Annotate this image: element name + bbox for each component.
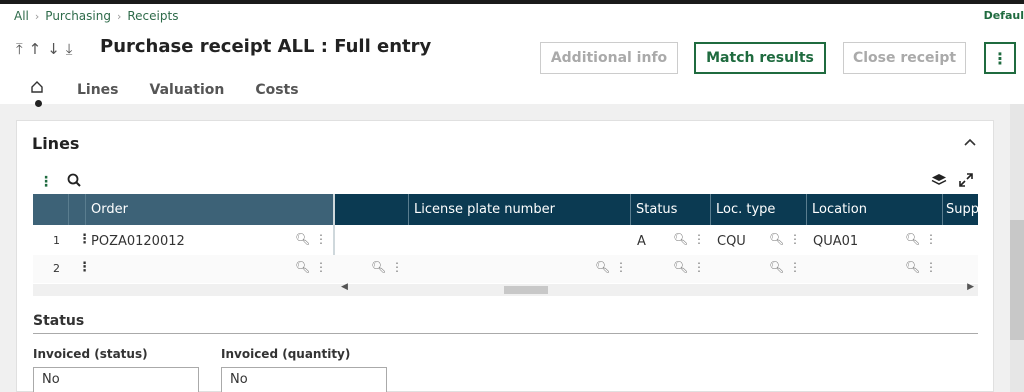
lines-grid: Order License plate number Status Loc. t…: [33, 194, 979, 296]
column-header-order[interactable]: Order: [91, 202, 128, 217]
cell-loc-type[interactable]: CQU: [717, 234, 746, 249]
lookup-icon[interactable]: 🔍︎: [905, 232, 920, 246]
home-icon: [31, 81, 43, 93]
invoiced-status-label: Invoiced (status): [33, 347, 148, 361]
grid-toolbar-left: ⋮: [39, 173, 81, 191]
active-tab-indicator: [35, 100, 42, 107]
section-title: Lines: [32, 134, 80, 153]
lookup-icon[interactable]: 🔍︎: [769, 260, 784, 274]
row-menu-icon[interactable]: ⋮: [78, 260, 91, 275]
cell-status[interactable]: A: [637, 234, 646, 249]
invoiced-quantity-field[interactable]: No: [221, 367, 387, 392]
more-actions-button[interactable]: ⋮: [984, 42, 1016, 74]
grid-toolbar-right: [931, 173, 973, 191]
column-header-status[interactable]: Status: [636, 202, 677, 217]
column-header-license-plate[interactable]: License plate number: [414, 202, 555, 217]
lookup-icon[interactable]: 🔍︎: [905, 260, 920, 274]
invoiced-quantity-label: Invoiced (quantity): [221, 347, 351, 361]
collapse-icon[interactable]: [963, 135, 977, 151]
invoiced-status-field[interactable]: No: [33, 367, 199, 392]
column-header-loc-type[interactable]: Loc. type: [716, 202, 775, 217]
user-profile-label[interactable]: Defaul: [984, 9, 1024, 22]
lookup-icon[interactable]: 🔍︎: [673, 232, 688, 246]
cell-location[interactable]: QUA01: [813, 234, 858, 249]
lookup-icon[interactable]: 🔍︎: [595, 260, 610, 274]
match-results-button[interactable]: Match results: [694, 42, 826, 74]
table-row[interactable]: 1 ⋮ POZA0120012 🔍︎ ⋮ A 🔍︎ ⋮ CQU 🔍︎ ⋮ QUA…: [33, 227, 978, 255]
header-divider: [85, 194, 86, 225]
tab-home[interactable]: [30, 80, 46, 107]
tab-lines[interactable]: Lines: [77, 82, 119, 98]
grid-header-frozen: [33, 194, 333, 225]
tab-valuation[interactable]: Valuation: [150, 82, 225, 98]
additional-info-button[interactable]: Additional info: [540, 42, 678, 74]
page-header: All › Purchasing › Receipts Defaul ⤒ ↑ ↓…: [0, 4, 1024, 107]
lookup-icon[interactable]: 🔍︎: [371, 260, 386, 274]
cell-menu-icon[interactable]: ⋮: [315, 260, 327, 274]
grid-horizontal-scrollbar[interactable]: ◀ ▶: [33, 282, 978, 296]
cell-menu-icon[interactable]: ⋮: [925, 232, 937, 246]
row-number: 2: [53, 262, 60, 275]
breadcrumb: All › Purchasing › Receipts: [14, 9, 178, 23]
column-header-supplier[interactable]: Supp: [946, 202, 979, 217]
next-record-icon[interactable]: ↓: [47, 40, 60, 58]
lines-card: Lines ⋮ Order License plate number Statu…: [16, 120, 994, 392]
scroll-right-icon[interactable]: ▶: [967, 282, 974, 292]
grid-header: Order License plate number Status Loc. t…: [33, 194, 979, 225]
record-navigation: ⤒ ↑ ↓ ⤓: [16, 40, 72, 58]
layers-icon[interactable]: [931, 173, 947, 191]
expand-icon[interactable]: [959, 173, 973, 191]
close-receipt-button[interactable]: Close receipt: [843, 42, 966, 74]
row-menu-icon[interactable]: ⋮: [78, 232, 91, 247]
cell-order[interactable]: POZA0120012: [91, 234, 185, 249]
grid-search-icon[interactable]: [67, 173, 81, 191]
header-divider: [942, 194, 943, 225]
lookup-icon[interactable]: 🔍︎: [295, 260, 310, 274]
first-record-icon[interactable]: ⤒: [16, 40, 23, 58]
table-row[interactable]: 2 ⋮ 🔍︎ ⋮ 🔍︎ ⋮ 🔍︎ ⋮ 🔍︎ ⋮ 🔍︎ ⋮ 🔍︎ ⋮: [33, 255, 978, 283]
header-divider: [68, 194, 69, 225]
cell-menu-icon[interactable]: ⋮: [615, 260, 627, 274]
cell-menu-icon[interactable]: ⋮: [693, 260, 705, 274]
cell-menu-icon[interactable]: ⋮: [789, 232, 801, 246]
breadcrumb-all[interactable]: All: [14, 9, 29, 23]
section-divider: [33, 333, 978, 334]
breadcrumb-separator-icon: ›: [34, 9, 40, 23]
lookup-icon[interactable]: 🔍︎: [769, 232, 784, 246]
page-title: Purchase receipt ALL : Full entry: [100, 36, 432, 57]
cell-menu-icon[interactable]: ⋮: [315, 232, 327, 246]
header-divider: [710, 194, 711, 225]
tab-bar: Lines Valuation Costs: [30, 80, 299, 107]
cell-menu-icon[interactable]: ⋮: [789, 260, 801, 274]
last-record-icon[interactable]: ⤓: [66, 40, 73, 58]
header-divider: [408, 194, 409, 225]
cell-menu-icon[interactable]: ⋮: [693, 232, 705, 246]
breadcrumb-purchasing[interactable]: Purchasing: [45, 9, 111, 23]
header-divider: [806, 194, 807, 225]
cell-menu-icon[interactable]: ⋮: [391, 260, 403, 274]
lookup-icon[interactable]: 🔍︎: [295, 232, 310, 246]
grid-menu-icon[interactable]: ⋮: [39, 174, 53, 190]
status-section-title: Status: [33, 313, 85, 329]
page-scrollbar-thumb[interactable]: [1010, 220, 1024, 340]
cell-menu-icon[interactable]: ⋮: [925, 260, 937, 274]
previous-record-icon[interactable]: ↑: [29, 40, 42, 58]
header-divider: [630, 194, 631, 225]
grid-scrollbar-thumb[interactable]: [504, 286, 548, 294]
lookup-icon[interactable]: 🔍︎: [673, 260, 688, 274]
row-number: 1: [53, 234, 60, 247]
tab-costs[interactable]: Costs: [255, 82, 298, 98]
column-header-location[interactable]: Location: [812, 202, 867, 217]
scroll-left-icon[interactable]: ◀: [341, 282, 348, 292]
breadcrumb-separator-icon: ›: [116, 9, 122, 23]
breadcrumb-receipts[interactable]: Receipts: [127, 9, 178, 23]
